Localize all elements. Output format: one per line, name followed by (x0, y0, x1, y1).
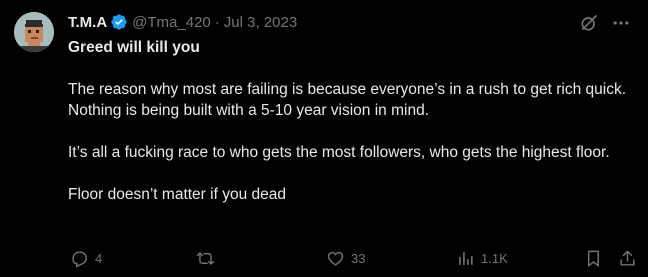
avatar-pixel-art (14, 12, 54, 52)
views-count: 1.1K (481, 250, 508, 266)
tweet-paragraph: Floor doesn’t matter if you dead (68, 186, 286, 203)
grok-icon[interactable] (578, 12, 600, 34)
verified-badge-icon (110, 13, 128, 31)
share-button[interactable] (618, 249, 637, 268)
action-bar: 4 33 1.1K (66, 247, 636, 269)
views-icon (459, 251, 473, 265)
tweet-date[interactable]: Jul 3, 2023 (224, 14, 297, 31)
like-count: 33 (351, 250, 366, 266)
bookmark-button[interactable] (584, 249, 603, 268)
heart-icon (327, 251, 344, 266)
retweet-icon (196, 251, 215, 265)
author-name[interactable]: T.M.A (68, 14, 107, 31)
separator-dot: · (214, 13, 220, 31)
bookmark-icon (588, 250, 599, 267)
author-handle[interactable]: @Tma_420 (132, 14, 211, 31)
share-icon (620, 250, 635, 266)
retweet-button[interactable] (196, 249, 221, 268)
more-icon[interactable] (610, 12, 632, 34)
like-button[interactable]: 33 (326, 249, 365, 268)
reply-icon (72, 250, 87, 268)
tweet-paragraph: The reason why most are failing is becau… (68, 81, 626, 119)
views-button[interactable]: 1.1K (456, 249, 508, 268)
avatar[interactable] (14, 12, 54, 52)
reply-button[interactable]: 4 (70, 249, 102, 268)
reply-count: 4 (95, 250, 103, 266)
tweet: T.M.A @Tma_420 · Jul 3, 2023 Greed will … (0, 0, 648, 277)
top-actions (578, 12, 632, 34)
tweet-title: Greed will kill you (68, 39, 200, 56)
tweet-header: T.M.A @Tma_420 · Jul 3, 2023 (68, 12, 297, 32)
tweet-paragraph: It’s all a fucking race to who gets the … (68, 144, 610, 161)
tweet-body: Greed will kill you The reason why most … (68, 37, 633, 205)
